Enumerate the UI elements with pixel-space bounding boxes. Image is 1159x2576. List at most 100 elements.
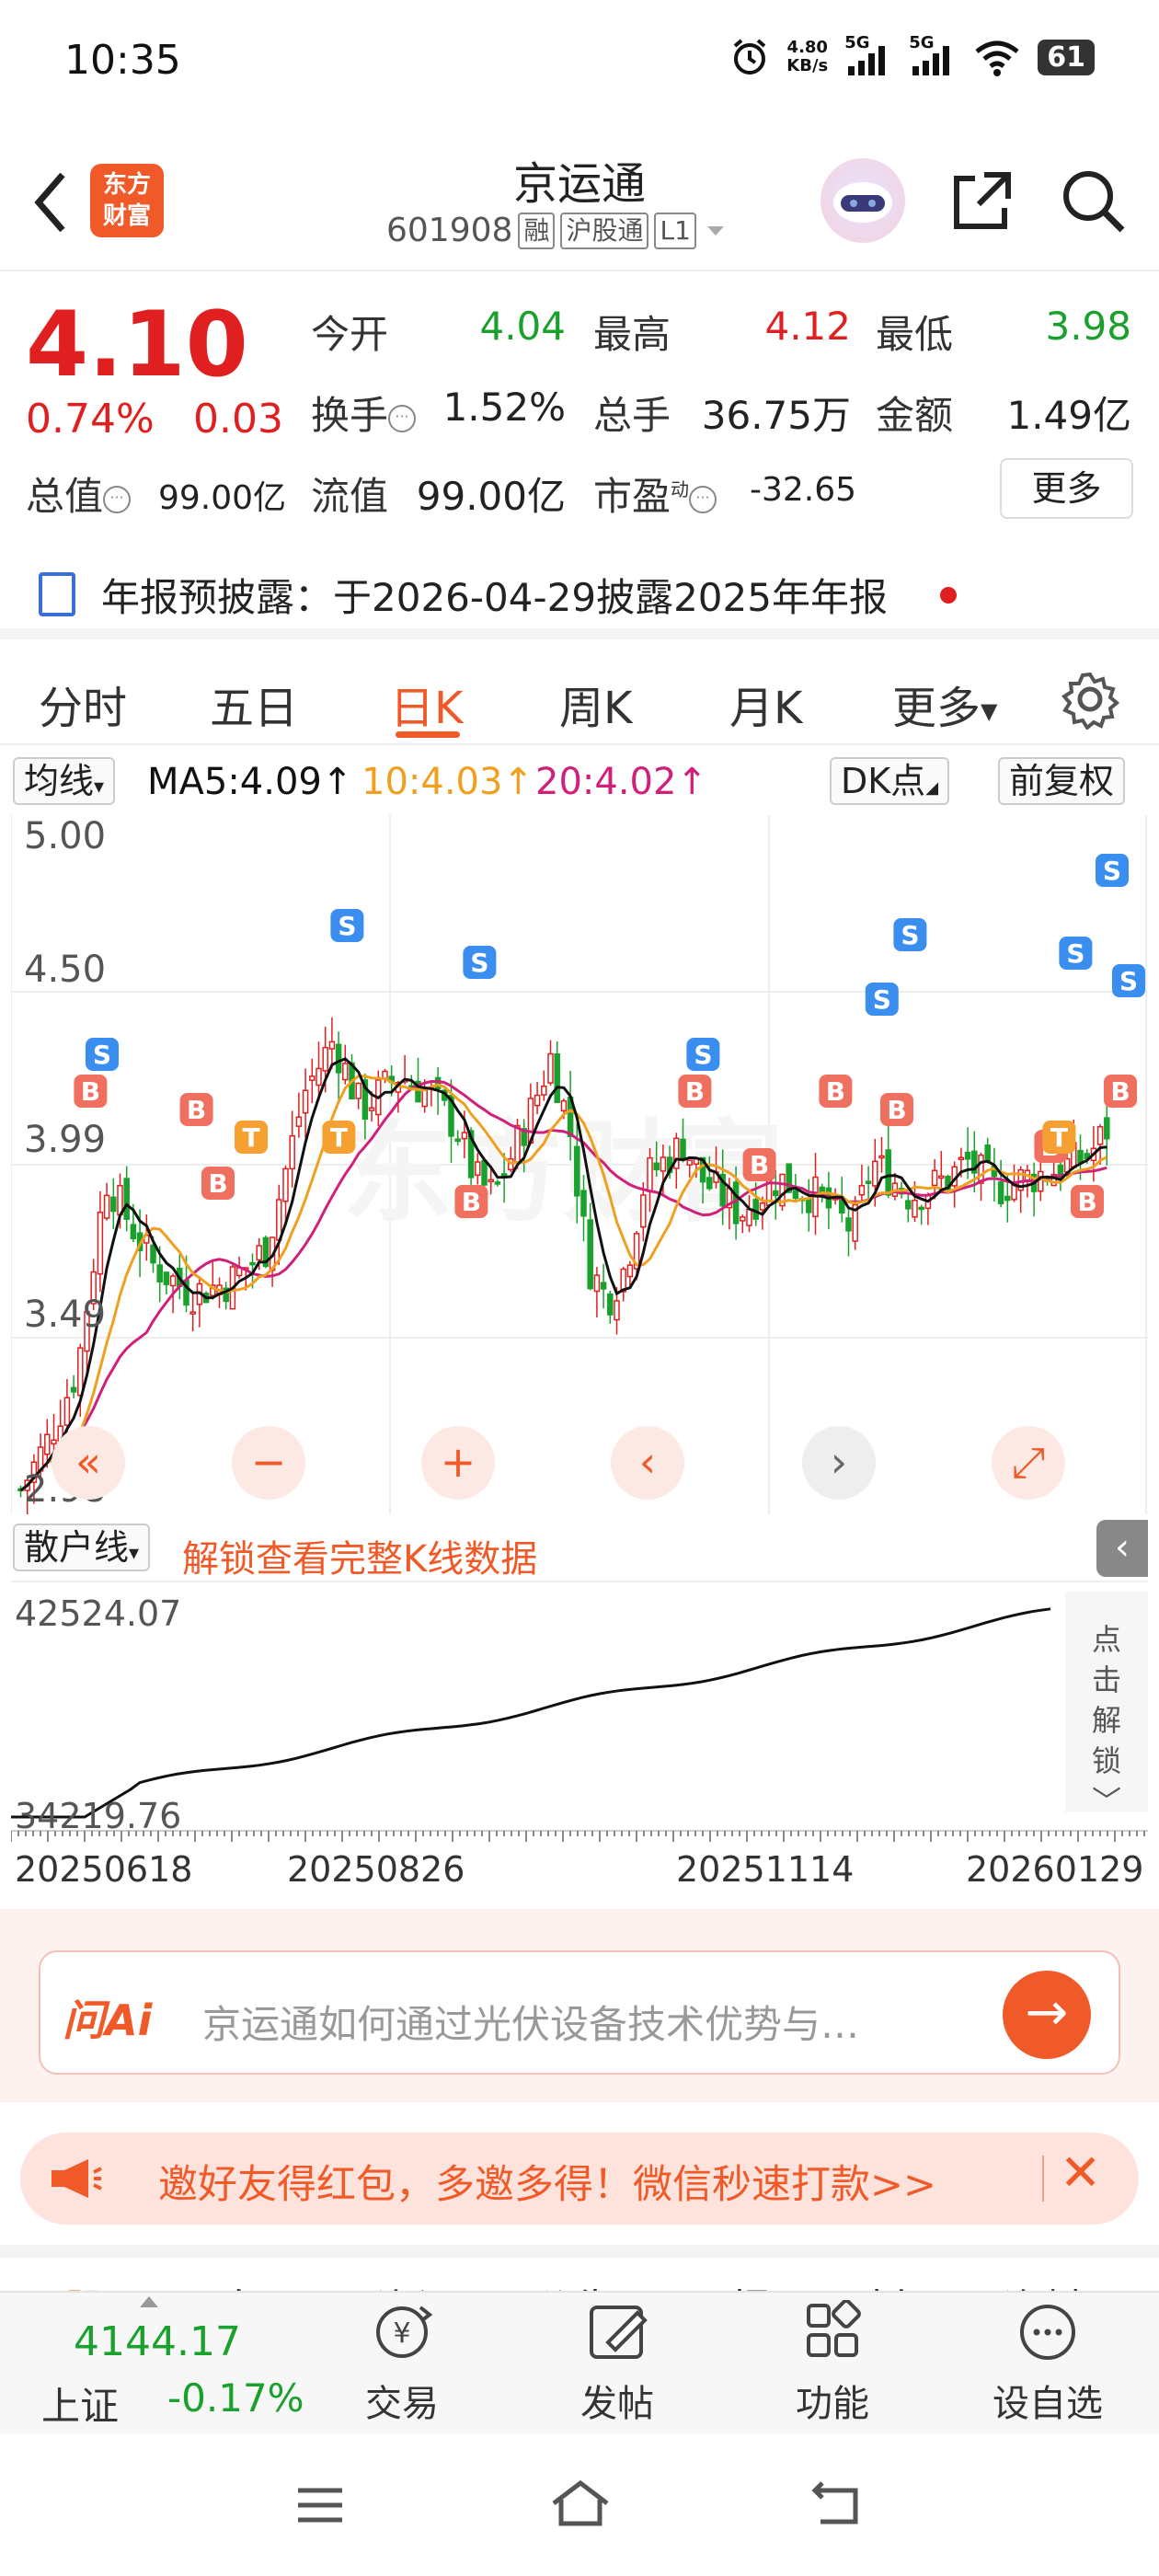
jump-start-button[interactable]: « xyxy=(52,1426,125,1500)
retail-select[interactable]: 散户线▾ xyxy=(13,1524,151,1571)
ai-question-text[interactable]: 京运通如何通过光伏设备技术优势与… xyxy=(202,1994,975,2050)
tab-five-day[interactable]: 五日 xyxy=(210,672,298,736)
invite-text[interactable]: 邀好友得红包，多邀多得！微信秒速打款>> xyxy=(158,2153,936,2210)
tab-finance[interactable]: 财务 xyxy=(844,2276,925,2291)
low-label: 最低 xyxy=(876,312,954,357)
tab-profile[interactable]: 资料 xyxy=(1003,2276,1084,2291)
info-icon[interactable]: ··· xyxy=(388,404,417,432)
collapse-panel-button[interactable]: ‹ xyxy=(1096,1520,1148,1577)
pe-label: 市盈动 ··· xyxy=(593,466,717,522)
sell-marker[interactable]: S xyxy=(463,946,497,979)
scroll-left-button[interactable]: ‹ xyxy=(611,1426,684,1500)
t-marker[interactable]: T xyxy=(1042,1121,1076,1154)
unlock-link[interactable]: 解锁查看完整K线数据 xyxy=(182,1529,537,1582)
ma-select[interactable]: 均线▾ xyxy=(13,757,116,805)
ai-go-arrow-icon[interactable]: → xyxy=(1003,1971,1091,2059)
tab-monthly-k[interactable]: 月K xyxy=(729,672,802,736)
buy-marker[interactable]: B xyxy=(678,1075,712,1108)
menu-icon[interactable] xyxy=(293,2478,348,2533)
candle xyxy=(1096,1126,1104,1145)
y-label-2: 4.50 xyxy=(24,949,107,991)
share-icon[interactable] xyxy=(947,166,1017,236)
buy-marker[interactable]: B xyxy=(819,1075,853,1108)
home-icon[interactable] xyxy=(548,2476,613,2531)
back-icon[interactable] xyxy=(28,166,74,239)
candle xyxy=(481,1159,488,1186)
buy-marker[interactable]: B xyxy=(74,1075,108,1108)
buy-marker[interactable]: B xyxy=(1104,1075,1137,1108)
tab-self-media[interactable]: 自号 xyxy=(219,2276,300,2291)
retail-y-max: 42524.07 xyxy=(15,1593,182,1634)
add-watchlist-button[interactable]: 设自选 xyxy=(979,2300,1117,2427)
trade-button[interactable]: ¥ 交易 xyxy=(333,2300,471,2427)
tab-research[interactable]: 研报 xyxy=(690,2276,771,2291)
date-label-4: 20260129 xyxy=(966,1849,1144,1890)
tab-timeshare[interactable]: 分时 xyxy=(39,672,127,736)
svg-text:S: S xyxy=(338,911,356,941)
candle xyxy=(150,1244,156,1264)
tab-news[interactable]: 资讯 xyxy=(375,2276,456,2291)
kline-chart[interactable]: 东方财富 SBBBTTSBSBSBBBSSBTBSBSS 5.00 4.50 3… xyxy=(10,815,1148,1515)
info-icon[interactable]: ··· xyxy=(689,485,717,513)
candle xyxy=(640,1194,647,1228)
side-unlock-button[interactable]: 点击解锁 ﹀ xyxy=(1065,1592,1148,1819)
close-icon[interactable]: ✕ xyxy=(1060,2144,1101,2202)
candle xyxy=(63,1397,71,1426)
index-value[interactable]: 4144.17 xyxy=(74,2318,241,2365)
sell-marker[interactable]: S xyxy=(1059,937,1093,970)
tab-more[interactable]: 更多▼ xyxy=(892,672,997,736)
buy-marker[interactable]: B xyxy=(1071,1185,1104,1218)
t-marker[interactable]: T xyxy=(235,1121,268,1154)
search-icon[interactable] xyxy=(1058,166,1128,236)
candle xyxy=(607,1293,614,1316)
zoom-in-button[interactable]: + xyxy=(421,1426,495,1500)
candle xyxy=(541,1085,547,1096)
tab-forum[interactable]: 股吧 xyxy=(64,2276,145,2291)
tab-weekly-k[interactable]: 周K xyxy=(559,672,632,736)
buy-marker[interactable]: B xyxy=(179,1093,213,1126)
more-quote-button[interactable]: 更多 xyxy=(1000,458,1133,519)
sell-marker[interactable]: S xyxy=(686,1038,720,1071)
t-marker[interactable]: T xyxy=(322,1121,356,1154)
tab-announcements[interactable]: 公告 xyxy=(534,2276,614,2291)
sell-marker[interactable]: S xyxy=(330,909,364,942)
scroll-right-button[interactable]: › xyxy=(802,1426,876,1500)
mktcap-value: 99.00亿 xyxy=(158,479,287,517)
candle xyxy=(746,1208,752,1226)
adjust-select[interactable]: 前复权 xyxy=(998,757,1126,805)
ai-assistant-avatar[interactable] xyxy=(820,158,905,243)
kline-canvas[interactable]: 东方财富 SBBBTTSBSBSBBBSSBTBSBSS xyxy=(10,815,1148,1515)
sell-marker[interactable]: S xyxy=(865,983,899,1016)
margin-tag: 融 xyxy=(518,212,556,249)
buy-marker[interactable]: B xyxy=(454,1185,488,1218)
index-name[interactable]: 上证 xyxy=(41,2375,119,2432)
fullscreen-button[interactable]: ⤢ xyxy=(992,1426,1065,1500)
candle xyxy=(156,1264,163,1282)
candle xyxy=(51,1439,57,1445)
tab-daily-k[interactable]: 日K xyxy=(390,672,463,736)
sell-marker[interactable]: S xyxy=(86,1038,119,1071)
buy-marker[interactable]: B xyxy=(880,1093,913,1126)
post-button[interactable]: 发帖 xyxy=(548,2300,686,2427)
candle xyxy=(454,1138,461,1143)
info-icon[interactable]: ··· xyxy=(103,485,132,513)
expand-caret-icon[interactable] xyxy=(140,2296,158,2307)
candle xyxy=(593,1274,601,1293)
stock-code-row[interactable]: 601908 融 沪股通 L1 xyxy=(386,212,782,249)
settings-gear-icon[interactable] xyxy=(1060,669,1120,730)
unread-dot xyxy=(940,587,957,604)
amount-label: 金额 xyxy=(876,393,954,438)
back-nav-icon[interactable] xyxy=(809,2476,865,2531)
dk-point-select[interactable]: DK点◢ xyxy=(830,757,950,805)
buy-marker[interactable]: B xyxy=(742,1148,776,1181)
ma20-value: 20:4.02↑ xyxy=(535,761,707,803)
candle xyxy=(574,1145,580,1197)
index-change[interactable]: -0.17% xyxy=(167,2375,304,2421)
annual-report-notice[interactable]: 年报预披露：于2026-04-29披露2025年年报 xyxy=(0,552,1159,639)
zoom-out-button[interactable]: − xyxy=(232,1426,305,1500)
functions-button[interactable]: 功能 xyxy=(763,2299,901,2427)
buy-marker[interactable]: B xyxy=(201,1167,235,1200)
sell-marker[interactable]: S xyxy=(893,918,927,951)
sell-marker[interactable]: S xyxy=(1096,854,1129,887)
sell-marker[interactable]: S xyxy=(1112,964,1145,997)
